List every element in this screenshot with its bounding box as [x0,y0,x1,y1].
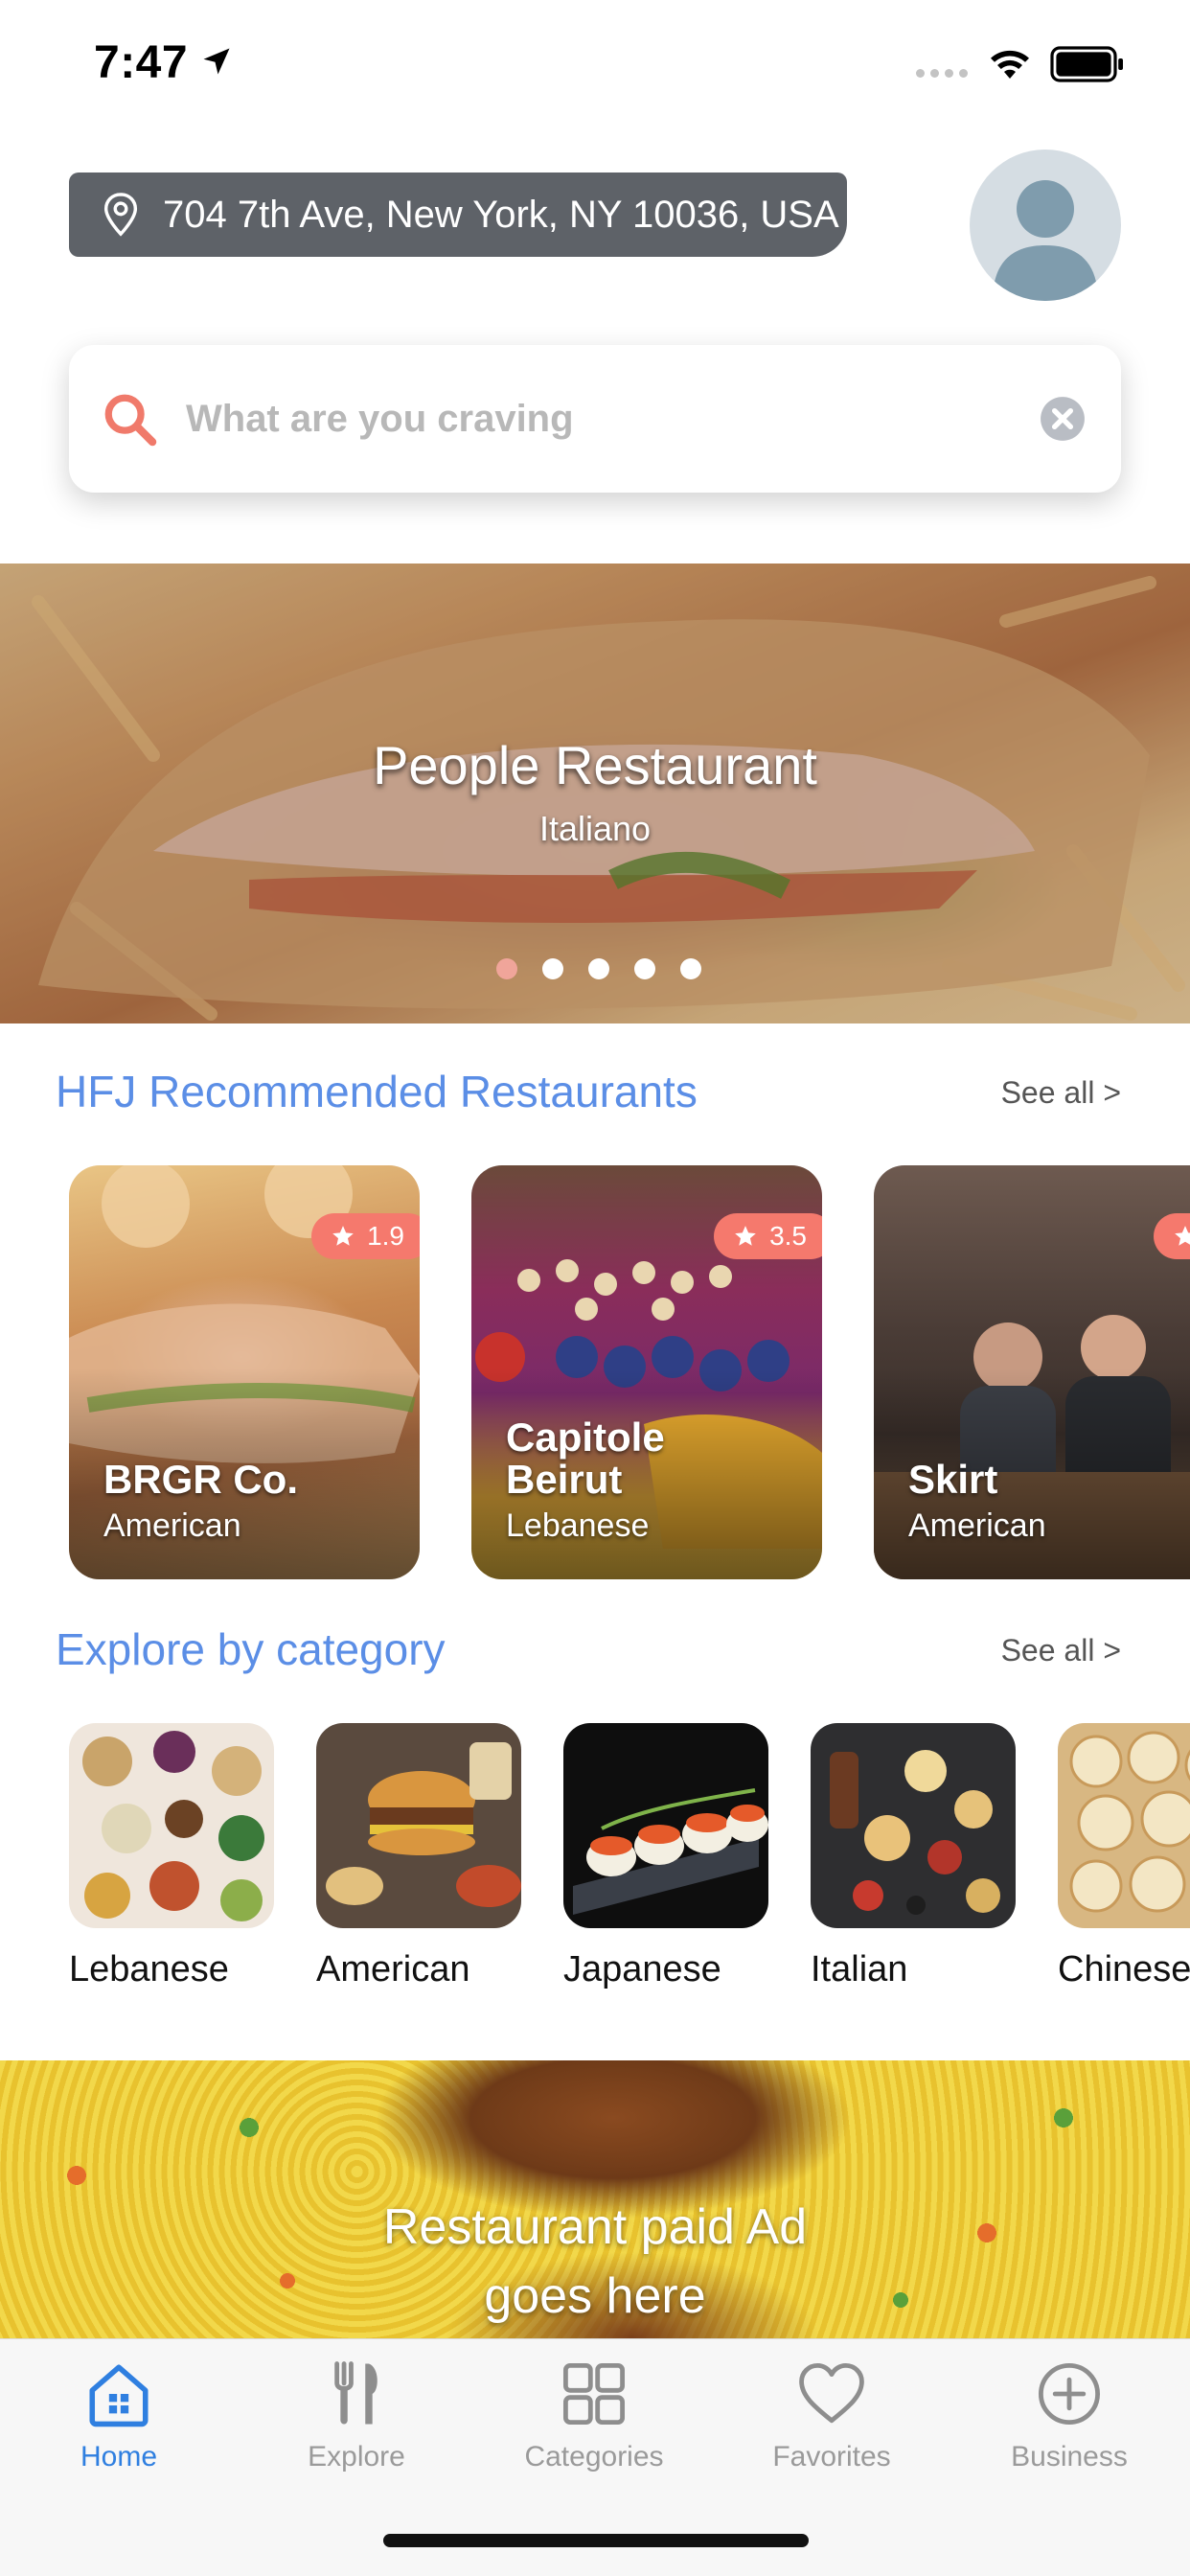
tab-business[interactable]: Business [973,2358,1165,2473]
restaurant-cuisine: Lebanese [506,1507,650,1544]
restaurant-name: BRGR Co. [103,1457,298,1502]
category-image [811,1723,1016,1928]
tab-categories[interactable]: Categories [498,2358,690,2473]
category-section-title: Explore by category [56,1624,446,1674]
tab-label: Explore [308,2441,405,2472]
restaurant-name: Capitole Beirut [506,1414,665,1502]
rating-badge: 1.9 [311,1213,420,1259]
status-bar: 7:47 [0,0,1190,126]
hero-restaurant-cuisine: Italiano [538,809,652,848]
category-image [316,1723,521,1928]
star-icon [735,1226,756,1246]
restaurant-card[interactable]: 1.9 BRGR Co. American [69,1165,420,1579]
hero-restaurant-name: People Restaurant [373,735,817,795]
carousel-dot[interactable] [634,958,655,979]
featured-restaurant-banner[interactable]: People Restaurant Italiano [0,564,1190,1024]
category-label: Chinese [1058,1949,1190,1990]
category-label: American [316,1949,470,1990]
category-image [69,1723,274,1928]
restaurant-cuisine: American [103,1507,241,1544]
battery-icon [1050,46,1123,82]
recommended-restaurants-list: 1.9 BRGR Co. American 3.5 Capitole Beiru… [69,1165,1190,1579]
clear-search-icon[interactable] [1039,395,1087,443]
category-see-all-link[interactable]: See all > [1001,1633,1121,1668]
profile-avatar[interactable] [970,150,1121,301]
carousel-page-indicator[interactable] [496,958,701,979]
location-arrow-icon [203,48,230,75]
category-label: Lebanese [69,1949,229,1990]
tab-favorites[interactable]: Favorites [736,2358,927,2473]
category-label: Japanese [563,1949,721,1990]
ad-line-2: goes here [484,2268,706,2324]
carousel-dot[interactable] [588,958,609,979]
tab-label: Categories [524,2441,664,2472]
rating-value: 1.9 [367,1221,404,1251]
tab-explore[interactable]: Explore [261,2358,452,2473]
address-text: 704 7th Ave, New York, NY 10036, USA [163,193,839,236]
category-image [1058,1723,1190,1928]
home-indicator[interactable] [383,2534,809,2547]
tab-label: Home [80,2441,158,2472]
category-list: Lebanese American Japanese Italian Chine… [69,1723,1190,2001]
rating-badge: 3.5 [714,1213,822,1259]
ad-line-1: Restaurant paid Ad [382,2199,808,2255]
star-icon [332,1226,354,1246]
category-image [563,1723,768,1928]
search-icon [104,394,157,447]
grid-icon [562,2362,626,2426]
category-item[interactable]: Italian [811,1723,1016,1990]
user-icon [993,180,1098,301]
search-input[interactable] [186,397,933,441]
wifi-icon [991,50,1029,79]
heart-icon [799,2362,864,2424]
rating-value: 3.5 [769,1221,807,1251]
cellular-signal-icon [916,69,968,78]
restaurant-ad-banner[interactable]: Restaurant paid Ad goes here [0,2060,1190,2338]
tab-label: Favorites [772,2441,891,2472]
status-time: 7:47 [94,37,189,88]
category-item[interactable]: Chinese [1058,1723,1190,1990]
restaurant-cuisine: American [908,1507,1046,1544]
address-selector[interactable]: 704 7th Ave, New York, NY 10036, USA [69,172,847,257]
category-label: Italian [811,1949,908,1990]
recommended-see-all-link[interactable]: See all > [1001,1075,1121,1111]
location-pin-icon [103,193,138,237]
restaurant-card[interactable]: 3.5 Capitole Beirut Lebanese [471,1165,822,1579]
category-item[interactable]: Lebanese [69,1723,274,1990]
ad-text: Restaurant paid Ad goes here [0,2193,1190,2331]
restaurant-name: Skirt [908,1457,998,1502]
carousel-dot[interactable] [542,958,563,979]
carousel-dot[interactable] [496,958,517,979]
category-item[interactable]: American [316,1723,521,1990]
tab-home[interactable]: Home [23,2358,215,2473]
carousel-dot[interactable] [680,958,701,979]
search-bar [69,345,1121,493]
star-icon [1175,1226,1190,1246]
fork-knife-icon [334,2361,378,2425]
category-item[interactable]: Japanese [563,1723,768,1990]
home-icon [89,2364,149,2427]
recommended-section-title: HFJ Recommended Restaurants [56,1067,698,1116]
plus-circle-icon [1038,2362,1101,2426]
tab-label: Business [1011,2441,1128,2472]
restaurant-card[interactable]: Skirt American [874,1165,1190,1579]
